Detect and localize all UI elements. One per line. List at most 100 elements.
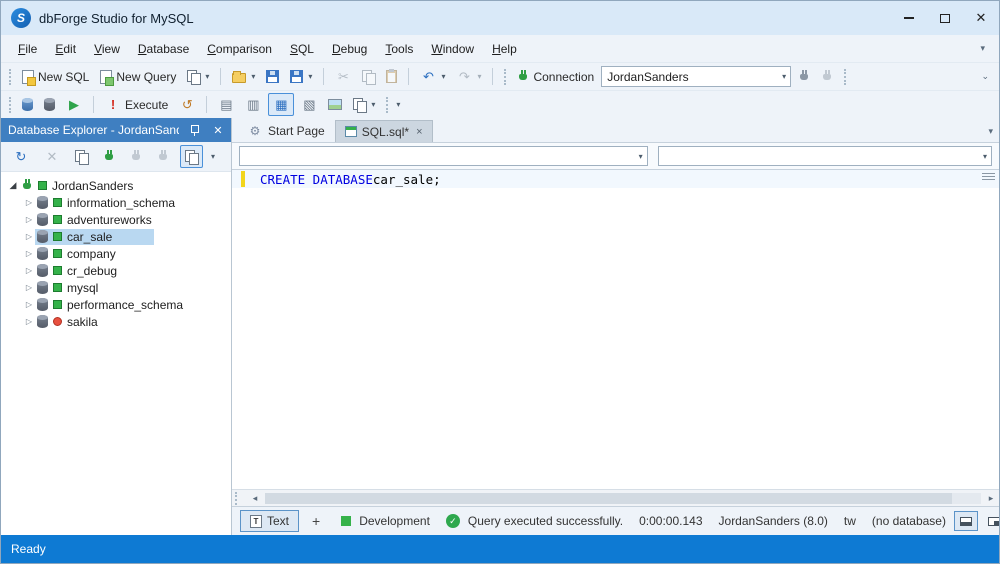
expand-arrow-icon[interactable]: ▷ <box>23 317 35 326</box>
split-view-button[interactable] <box>982 511 999 531</box>
tree-node-database[interactable]: ▷ information_schema <box>1 194 231 211</box>
add-result-tab-button[interactable]: + <box>307 513 325 529</box>
tree-node-database[interactable]: ▷ company <box>1 245 231 262</box>
new-sql-button[interactable]: New SQL <box>18 65 93 88</box>
undo-button[interactable]: ↶ ▾ <box>416 65 449 88</box>
tree-node-database-selected[interactable]: ▷ car_sale <box>1 228 231 245</box>
scrollbar-thumb[interactable] <box>265 492 953 504</box>
expand-arrow-icon[interactable]: ▷ <box>23 215 35 224</box>
cut-button[interactable]: ✂ <box>331 65 355 88</box>
execution-history-button[interactable]: ↺ <box>175 93 199 116</box>
sync-with-editor-button[interactable] <box>180 145 203 168</box>
active-connection[interactable]: JordanSanders (8.0) <box>719 514 828 528</box>
tree-node-database[interactable]: ▷ mysql <box>1 279 231 296</box>
menu-file[interactable]: File <box>9 38 46 60</box>
connection-combobox[interactable]: JordanSanders ▾ <box>601 66 792 87</box>
menu-help[interactable]: Help <box>483 38 526 60</box>
refresh-button[interactable]: ↻ <box>9 145 33 168</box>
connect-button[interactable] <box>126 145 146 168</box>
new-database-button[interactable] <box>18 93 37 116</box>
query-text-button[interactable]: ▤ <box>214 93 238 116</box>
redo-button[interactable]: ↷ ▾ <box>452 65 485 88</box>
paste-button[interactable] <box>382 65 401 88</box>
scrollbar-track[interactable] <box>265 492 981 504</box>
tree-node-label: information_schema <box>67 195 176 210</box>
open-file-button[interactable]: ▾ <box>228 65 259 88</box>
tree-node-database[interactable]: ▷ adventureworks <box>1 211 231 228</box>
save-all-button[interactable]: ▾ <box>286 65 316 88</box>
scroll-left-icon[interactable]: ◂ <box>247 493 263 504</box>
database-icon <box>37 196 48 209</box>
disconnect-button[interactable] <box>153 145 173 168</box>
database-explorer-panel: Database Explorer - JordanSanders ✕ ↻ ✕ … <box>1 118 232 535</box>
tree-node-connection[interactable]: ◢ JordanSanders <box>1 177 231 194</box>
expand-arrow-icon[interactable]: ▷ <box>23 283 35 292</box>
tab-list-chevron-icon[interactable]: ▾ <box>988 126 993 137</box>
new-query-button[interactable]: New Query <box>96 65 180 88</box>
copy-button[interactable] <box>358 65 379 88</box>
pin-button[interactable] <box>185 121 203 139</box>
menu-database[interactable]: Database <box>129 38 198 60</box>
editor-splitter-grip[interactable] <box>982 173 995 181</box>
code-line-1[interactable]: CREATE DATABASE car_sale; <box>232 170 999 188</box>
minimize-button[interactable] <box>891 1 927 35</box>
menubar-overflow-icon[interactable]: ▾ <box>974 43 991 54</box>
toolbar-grip[interactable] <box>844 68 847 85</box>
menu-tools[interactable]: Tools <box>376 38 422 60</box>
duplicate-object-button[interactable] <box>71 145 92 168</box>
toolbar-grip[interactable] <box>9 96 11 113</box>
query-plan-button[interactable]: ▥ <box>241 93 265 116</box>
horizontal-scrollbar[interactable]: ◂ ▸ <box>232 489 999 506</box>
environment-label[interactable]: Development <box>359 514 430 528</box>
menu-comparison[interactable]: Comparison <box>198 38 281 60</box>
toolbar-overflow-icon[interactable]: ▾ <box>396 100 400 109</box>
explorer-toolbar-overflow-icon[interactable]: ▾ <box>211 152 215 161</box>
scroll-right-icon[interactable]: ▸ <box>983 493 999 504</box>
new-document-button[interactable]: ▾ <box>183 65 213 88</box>
toolbar-grip[interactable] <box>504 68 507 85</box>
close-button[interactable]: ✕ <box>963 1 999 35</box>
menu-edit[interactable]: Edit <box>46 38 85 60</box>
save-button[interactable] <box>262 65 283 88</box>
expand-arrow-icon[interactable]: ▷ <box>23 232 35 241</box>
chart-button[interactable] <box>324 93 346 116</box>
toolbar-overflow-icon[interactable]: ⌄ <box>975 71 995 82</box>
expand-arrow-icon[interactable]: ▷ <box>23 198 35 207</box>
stop-refresh-button[interactable]: ✕ <box>40 145 64 168</box>
execute-button[interactable]: ! Execute <box>101 93 172 116</box>
tab-close-icon[interactable]: × <box>416 126 422 138</box>
tab-sql-document[interactable]: SQL.sql* × <box>334 120 433 142</box>
results-grid-button[interactable]: ▦ <box>268 93 295 116</box>
expand-arrow-icon[interactable]: ▷ <box>23 300 35 309</box>
tab-start-page[interactable]: ⚙ Start Page <box>238 120 334 142</box>
collapse-arrow-icon[interactable]: ◢ <box>7 180 19 191</box>
toolbar-grip[interactable] <box>386 96 389 113</box>
new-connection-button[interactable] <box>794 65 814 88</box>
object-combobox[interactable]: ▾ <box>239 146 648 166</box>
run-button[interactable]: ▶ <box>62 93 86 116</box>
scrollbar-splitter-grip[interactable] <box>235 491 244 505</box>
tree-node-database[interactable]: ▷ sakila <box>1 313 231 330</box>
edit-connection-button[interactable] <box>817 65 837 88</box>
database-tasks-button[interactable] <box>40 93 59 116</box>
menu-view[interactable]: View <box>85 38 129 60</box>
menu-sql[interactable]: SQL <box>281 38 323 60</box>
menu-debug[interactable]: Debug <box>323 38 376 60</box>
new-connection-button-explorer[interactable] <box>99 145 119 168</box>
menu-window[interactable]: Window <box>422 38 483 60</box>
add-view-button[interactable]: ▾ <box>349 93 379 116</box>
tree-node-database[interactable]: ▷ performance_schema <box>1 296 231 313</box>
active-database[interactable]: (no database) <box>872 514 946 528</box>
pivot-table-button[interactable]: ▧ <box>297 93 321 116</box>
expand-arrow-icon[interactable]: ▷ <box>23 266 35 275</box>
member-combobox[interactable]: ▾ <box>657 146 992 166</box>
maximize-button[interactable] <box>927 1 963 35</box>
tree-node-database[interactable]: ▷ cr_debug <box>1 262 231 279</box>
text-view-tab[interactable]: T Text <box>240 510 300 532</box>
sql-editor[interactable]: CREATE DATABASE car_sale; <box>232 169 999 489</box>
expand-arrow-icon[interactable]: ▷ <box>23 249 35 258</box>
toolbar-grip[interactable] <box>9 68 11 85</box>
single-view-button[interactable] <box>953 511 978 531</box>
explorer-close-button[interactable]: ✕ <box>209 121 227 139</box>
explorer-header[interactable]: Database Explorer - JordanSanders ✕ <box>1 118 231 142</box>
